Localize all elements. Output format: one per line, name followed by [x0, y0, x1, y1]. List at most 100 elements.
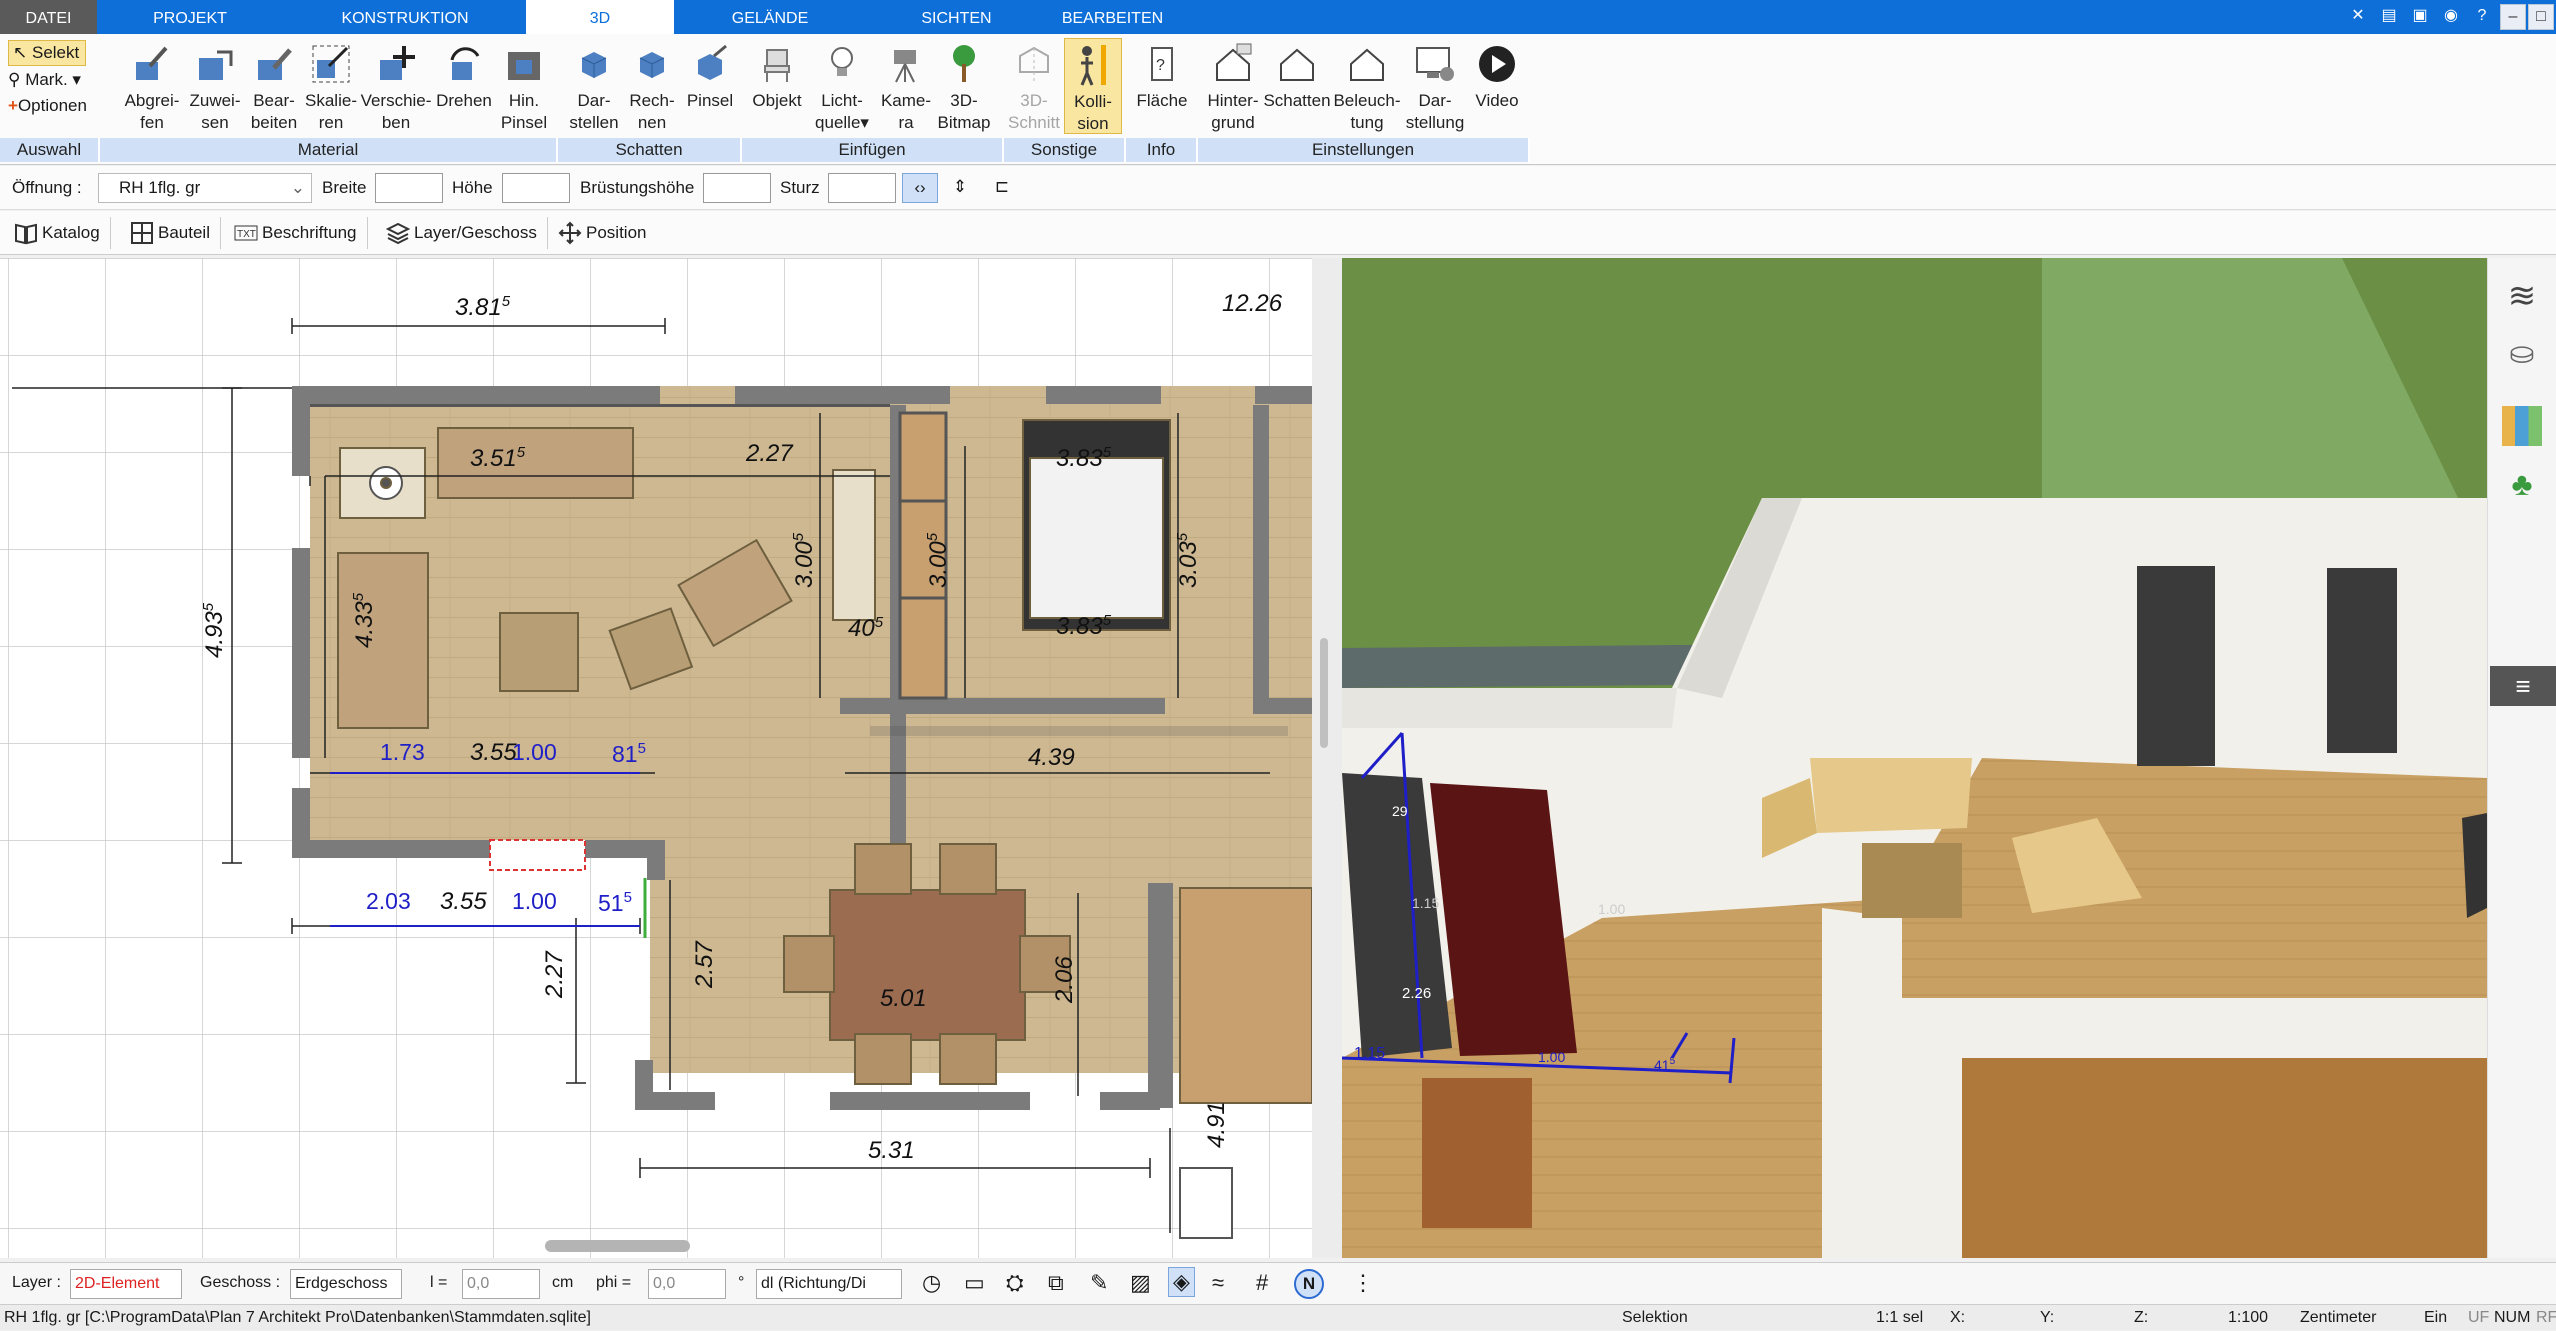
horizontal-scrollbar-thumb[interactable]: [545, 1240, 690, 1252]
view-splitter[interactable]: [1312, 258, 1342, 1258]
splitter-handle[interactable]: [1320, 638, 1328, 748]
tab-bearbeiten[interactable]: BEARBEITEN: [1050, 0, 1175, 34]
hin-pinsel-label-2: Pinsel: [500, 113, 548, 132]
save-icon[interactable]: ▣: [2407, 4, 2433, 30]
tab-datei[interactable]: DATEI: [0, 0, 97, 34]
3d-bitmap-label-2: Bitmap: [937, 113, 991, 132]
bauteil-button[interactable]: Bauteil: [124, 217, 221, 249]
breite-input[interactable]: [375, 173, 443, 203]
drehen-button[interactable]: Drehen: [432, 42, 496, 112]
layer-geschoss-button[interactable]: Layer/Geschoss: [380, 217, 548, 249]
schatten-darstellen-button[interactable]: Dar-stellen: [566, 42, 622, 134]
l-input[interactable]: 0,0: [462, 1269, 540, 1299]
opening-type-dropdown[interactable]: RH 1flg. gr ⌄: [98, 173, 312, 203]
schatten-pinsel-button[interactable]: Pinsel: [680, 42, 740, 112]
flip-horizontal-icon[interactable]: ‹›: [902, 173, 938, 203]
lichtquelle-button[interactable]: Licht-quelle▾: [810, 42, 874, 134]
3d-canvas[interactable]: 29 1.15 2.26 1.15 1.00 415 1.00: [1342, 258, 2487, 1258]
more-icon[interactable]: ⋮: [1352, 1271, 1374, 1295]
wave-icon[interactable]: ≈: [1212, 1271, 1224, 1295]
schatten-einstellung-button[interactable]: Schatten: [1262, 42, 1332, 112]
katalog-button[interactable]: Katalog: [8, 217, 111, 249]
move-arrows-icon: [558, 221, 582, 245]
optionen-button[interactable]: +Optionen: [8, 94, 87, 118]
tab-projekt[interactable]: PROJEKT: [140, 0, 240, 34]
materials-panel-icon[interactable]: [2502, 406, 2542, 446]
hatch-icon[interactable]: ▨: [1130, 1271, 1151, 1295]
selekt-button[interactable]: ↖ Selekt: [8, 40, 86, 66]
position-button[interactable]: Position: [552, 217, 656, 249]
mark-label: Mark.: [25, 70, 68, 89]
pen-icon[interactable]: ✎: [1090, 1271, 1108, 1295]
cube-shadow-icon: [581, 52, 607, 78]
clock-icon[interactable]: ◷: [922, 1271, 941, 1295]
skalieren-label-2: ren: [318, 113, 344, 132]
schatten-rechnen-button[interactable]: Rech-nen: [624, 42, 680, 134]
flaeche-button[interactable]: ? Fläche: [1130, 42, 1194, 112]
kollision-button[interactable]: Kolli-sion: [1064, 38, 1122, 134]
flaeche-label: Fläche: [1136, 91, 1188, 110]
opening-view-icon[interactable]: ⊏: [984, 173, 1020, 203]
darstellung-button[interactable]: Dar-stellung: [1400, 42, 1470, 134]
3d-schnitt-button[interactable]: 3D- Schnitt: [1006, 42, 1062, 134]
tab-gelaende[interactable]: GELÄNDE: [710, 0, 830, 34]
minimize-button[interactable]: –: [2500, 4, 2526, 30]
tab-3d[interactable]: 3D: [526, 0, 674, 34]
sturz-input[interactable]: [828, 173, 896, 203]
copy-icon[interactable]: ⧉: [1048, 1271, 1064, 1295]
sturz-label: Sturz: [780, 178, 820, 197]
beleuchtung-button[interactable]: Beleuch-tung: [1332, 42, 1402, 134]
phi-value: 0,0: [653, 1275, 676, 1292]
dim-label-blue: 1.00: [512, 739, 557, 765]
layer-dropdown[interactable]: 2D-Element: [70, 1269, 182, 1299]
layers-panel-icon[interactable]: ≋: [2502, 276, 2542, 316]
tab-konstruktion[interactable]: KONSTRUKTION: [320, 0, 490, 34]
hin-pinsel-button[interactable]: Hin. Pinsel: [496, 42, 552, 134]
schatten-pinsel-label: Pinsel: [686, 91, 734, 110]
layer-stack-icon[interactable]: ◈: [1168, 1267, 1195, 1297]
geschoss-dropdown[interactable]: Erdgeschoss: [290, 1269, 402, 1299]
status-sel: 1:1 sel: [1876, 1309, 1924, 1326]
mark-button[interactable]: ⚲ Mark. ▾: [8, 68, 81, 92]
verschieben-button[interactable]: Verschie-ben: [358, 42, 434, 134]
objekt-button[interactable]: Objekt: [748, 42, 806, 112]
layout-icon[interactable]: ▤: [2376, 4, 2402, 30]
zuweisen-button[interactable]: Zuwei-sen: [186, 42, 244, 134]
skalieren-button[interactable]: Skalie-ren: [300, 42, 362, 134]
video-button[interactable]: Video: [1466, 42, 1528, 112]
abgreifen-button[interactable]: Abgrei-fen: [118, 42, 186, 134]
dl-dropdown[interactable]: dl (Richtung/Di: [756, 1269, 902, 1299]
furniture-panel-icon[interactable]: ⛀: [2502, 336, 2542, 376]
flip-vertical-icon[interactable]: ⇕: [944, 173, 976, 203]
3d-bitmap-button[interactable]: 3D- Bitmap: [932, 42, 996, 134]
tools-icon[interactable]: ✕: [2345, 4, 2371, 30]
dim-label: 4.39: [1028, 744, 1075, 771]
floor-plan-2d-view[interactable]: 3.815 12.26 3.515 2.27 3.835 4.935 4.335…: [0, 258, 1312, 1258]
hoehe-input[interactable]: [502, 173, 570, 203]
plants-panel-icon[interactable]: ♣: [2502, 466, 2542, 506]
beschriftung-button[interactable]: TXT Beschriftung: [228, 217, 368, 249]
hintergrund-button[interactable]: Hinter-grund: [1200, 42, 1266, 134]
floor-plan-canvas[interactable]: 3.815 12.26 3.515 2.27 3.835 4.935 4.335…: [0, 258, 1312, 1258]
tree-icon: [953, 45, 975, 82]
breite-label: Breite: [322, 178, 367, 197]
phi-input[interactable]: 0,0: [648, 1269, 726, 1299]
selected-window[interactable]: [489, 839, 586, 871]
bearbeiten-button[interactable]: Bear-beiten: [244, 42, 304, 134]
tab-sichten[interactable]: SICHTEN: [900, 0, 1013, 34]
objekt-label: Objekt: [752, 91, 802, 110]
help-icon[interactable]: ?: [2469, 4, 2495, 30]
bruestung-input[interactable]: [703, 173, 771, 203]
monitor-icon[interactable]: ▭: [964, 1271, 985, 1295]
3d-view[interactable]: 29 1.15 2.26 1.15 1.00 415 1.00: [1342, 258, 2487, 1258]
3d-bitmap-label-1: 3D-: [950, 91, 978, 110]
panel-toggle-icon[interactable]: ≡: [2490, 666, 2556, 706]
camera-bottom-icon[interactable]: ⛭: [1006, 1271, 1024, 1295]
brush-icon: [258, 48, 292, 80]
status-bar: RH 1flg. gr [C:\ProgramData\Plan 7 Archi…: [0, 1304, 2556, 1330]
kamera-button[interactable]: Kame-ra: [876, 42, 936, 134]
north-icon[interactable]: N: [1294, 1269, 1324, 1299]
grid-snap-icon[interactable]: #: [1256, 1271, 1268, 1295]
palette-icon[interactable]: ◉: [2438, 4, 2464, 30]
maximize-button[interactable]: □: [2528, 4, 2554, 30]
